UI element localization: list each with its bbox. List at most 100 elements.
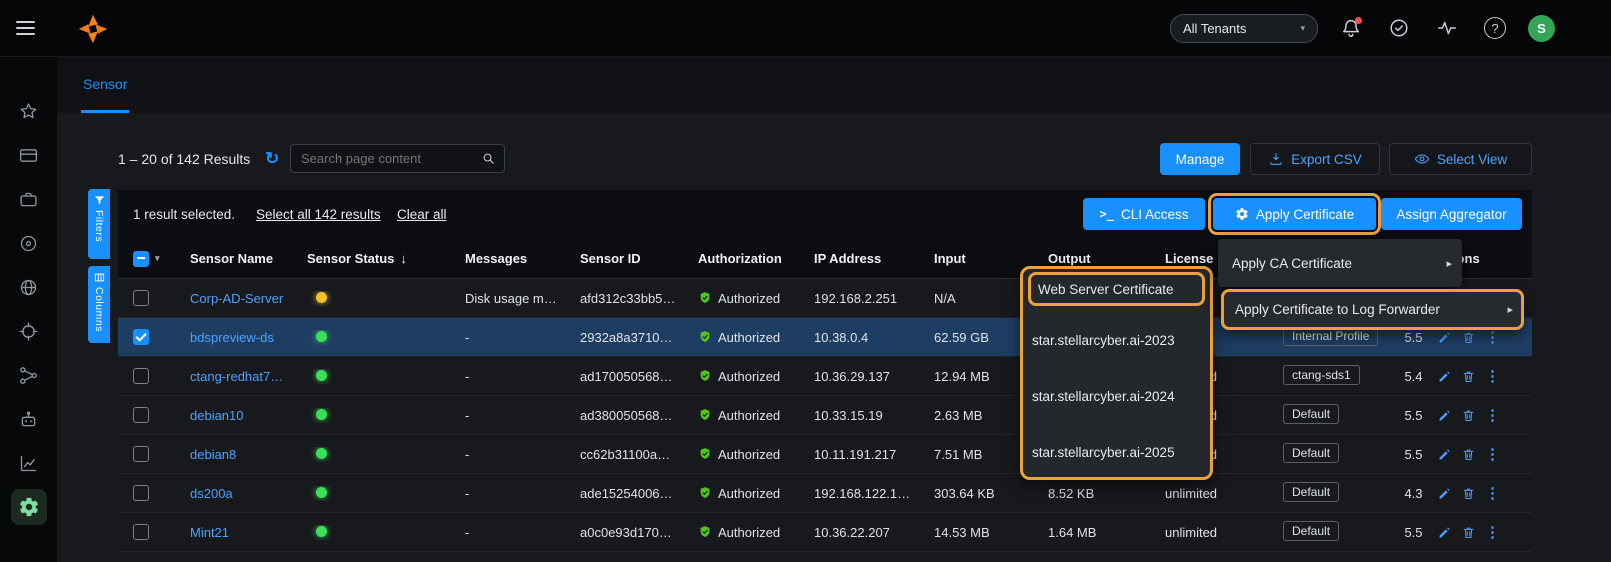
clear-all-link[interactable]: Clear all xyxy=(397,207,447,222)
apply-certificate-label: Apply Certificate xyxy=(1256,207,1354,222)
notification-badge xyxy=(1355,17,1362,24)
sensor-name-link[interactable]: bdspreview-ds xyxy=(190,330,274,345)
hamburger-menu-button[interactable] xyxy=(16,21,35,35)
apply-certificate-button[interactable]: Apply Certificate xyxy=(1213,198,1376,230)
more-actions-button[interactable]: ⋮ xyxy=(1485,328,1500,346)
question-icon: ? xyxy=(1491,21,1498,36)
row-checkbox[interactable] xyxy=(133,524,149,540)
submenu-item-cert-2023[interactable]: star.stellarcyber.ai-2023 xyxy=(1032,325,1175,355)
export-csv-label: Export CSV xyxy=(1291,152,1362,167)
refresh-button[interactable]: ↻ xyxy=(265,143,279,175)
delete-button[interactable] xyxy=(1461,486,1476,501)
delete-button[interactable] xyxy=(1461,330,1476,345)
columns-icon xyxy=(94,272,105,283)
status-dot xyxy=(316,409,327,420)
eye-icon xyxy=(1414,151,1430,167)
header-sensor-id[interactable]: Sensor ID xyxy=(580,251,698,266)
sidebar-item-cases[interactable] xyxy=(0,177,57,221)
sensor-name-link[interactable]: debian10 xyxy=(190,408,244,423)
cell-messages: - xyxy=(465,525,580,540)
header-sensor-name[interactable]: Sensor Name xyxy=(190,251,307,266)
delete-button[interactable] xyxy=(1461,525,1476,540)
header-sensor-status[interactable]: Sensor Status↓ xyxy=(307,251,465,266)
edit-button[interactable] xyxy=(1437,408,1452,423)
row-checkbox[interactable] xyxy=(133,329,149,345)
row-checkbox[interactable] xyxy=(133,368,149,384)
user-avatar[interactable]: S xyxy=(1528,15,1555,42)
sidebar-item-favorites[interactable] xyxy=(0,89,57,133)
edit-button[interactable] xyxy=(1437,369,1452,384)
more-actions-button[interactable]: ⋮ xyxy=(1485,406,1500,424)
header-output[interactable]: Output xyxy=(1048,251,1165,266)
edit-button[interactable] xyxy=(1437,447,1452,462)
sensor-name-link[interactable]: debian8 xyxy=(190,447,236,462)
sensor-name-link[interactable]: ds200a xyxy=(190,486,233,501)
shield-icon xyxy=(698,368,712,384)
edit-button[interactable] xyxy=(1437,330,1452,345)
assign-aggregator-button[interactable]: Assign Aggregator xyxy=(1381,198,1522,230)
search-box xyxy=(290,144,505,173)
shield-icon xyxy=(698,407,712,423)
settings-active-tile xyxy=(11,489,47,525)
download-icon xyxy=(1268,151,1284,167)
select-view-button[interactable]: Select View xyxy=(1389,143,1532,175)
delete-button[interactable] xyxy=(1461,369,1476,384)
authorization-label: Authorized xyxy=(718,369,780,384)
header-messages[interactable]: Messages xyxy=(465,251,580,266)
sidebar-item-discover[interactable] xyxy=(0,221,57,265)
profile-tag: Default xyxy=(1283,443,1339,463)
row-checkbox[interactable] xyxy=(133,485,149,501)
cli-access-button[interactable]: >_ CLI Access xyxy=(1083,198,1205,230)
sidebar-item-detect[interactable] xyxy=(0,309,57,353)
sidebar-item-connections[interactable] xyxy=(0,353,57,397)
columns-tab[interactable]: Columns xyxy=(88,266,110,343)
sidebar-item-settings[interactable] xyxy=(0,485,57,529)
sensor-name-link[interactable]: Corp-AD-Server xyxy=(190,291,283,306)
selection-bar: 1 result selected. Select all 142 result… xyxy=(118,190,1532,239)
more-actions-button[interactable]: ⋮ xyxy=(1485,367,1500,385)
more-actions-button[interactable]: ⋮ xyxy=(1485,445,1500,463)
sensor-name-link[interactable]: ctang-redhat7… xyxy=(190,369,283,384)
filters-tab[interactable]: Filters xyxy=(88,189,110,259)
header-authorization[interactable]: Authorization xyxy=(698,251,814,266)
edit-button[interactable] xyxy=(1437,486,1452,501)
more-actions-button[interactable]: ⋮ xyxy=(1485,523,1500,541)
submenu-item-cert-2024[interactable]: star.stellarcyber.ai-2024 xyxy=(1032,381,1175,411)
sidebar-item-dashboards[interactable] xyxy=(0,133,57,177)
row-checkbox[interactable] xyxy=(133,290,149,306)
table-row: debian10 - ad380050568… Authorized 10.33… xyxy=(118,396,1532,435)
select-all-checkbox[interactable] xyxy=(133,251,149,267)
export-csv-button[interactable]: Export CSV xyxy=(1250,143,1380,175)
cell-output: 1.64 MB xyxy=(1048,525,1165,540)
tab-sensor[interactable]: Sensor xyxy=(81,57,129,113)
select-all-link[interactable]: Select all 142 results xyxy=(256,207,381,222)
sidebar-item-automation[interactable] xyxy=(0,397,57,441)
delete-button[interactable] xyxy=(1461,447,1476,462)
header-input[interactable]: Input xyxy=(934,251,1048,266)
health-status-button[interactable] xyxy=(1388,17,1410,39)
sensor-name-link[interactable]: Mint21 xyxy=(190,525,229,540)
cell-messages: - xyxy=(465,447,580,462)
manage-button[interactable]: Manage xyxy=(1160,143,1240,175)
menu-item-apply-certificate-to-log-forwarder[interactable]: Apply Certificate to Log Forwarder ▸ xyxy=(1221,289,1524,330)
system-activity-button[interactable] xyxy=(1436,17,1458,39)
table-row: Mint21 - a0c0e93d170… Authorized 10.36.2… xyxy=(118,513,1532,552)
sidebar-item-explore[interactable] xyxy=(0,265,57,309)
delete-button[interactable] xyxy=(1461,408,1476,423)
more-actions-button[interactable]: ⋮ xyxy=(1485,484,1500,502)
submenu-item-cert-2025[interactable]: star.stellarcyber.ai-2025 xyxy=(1032,437,1175,467)
header-ip-address[interactable]: IP Address xyxy=(814,251,934,266)
submenu-item-web-server-certificate[interactable]: Web Server Certificate xyxy=(1028,272,1205,306)
help-button[interactable]: ? xyxy=(1484,17,1506,39)
notifications-button[interactable] xyxy=(1340,17,1362,39)
tenant-selector[interactable]: All Tenants ▾ xyxy=(1170,14,1318,43)
menu-item-apply-ca-certificate[interactable]: Apply CA Certificate ▸ xyxy=(1218,239,1462,287)
crosshair-icon xyxy=(18,321,39,342)
sidebar-item-reports[interactable] xyxy=(0,441,57,485)
edit-button[interactable] xyxy=(1437,525,1452,540)
row-checkbox[interactable] xyxy=(133,446,149,462)
search-input[interactable] xyxy=(291,151,481,166)
shield-icon xyxy=(698,290,712,306)
row-checkbox[interactable] xyxy=(133,407,149,423)
profile-tag: ctang-sds1 xyxy=(1283,365,1360,385)
